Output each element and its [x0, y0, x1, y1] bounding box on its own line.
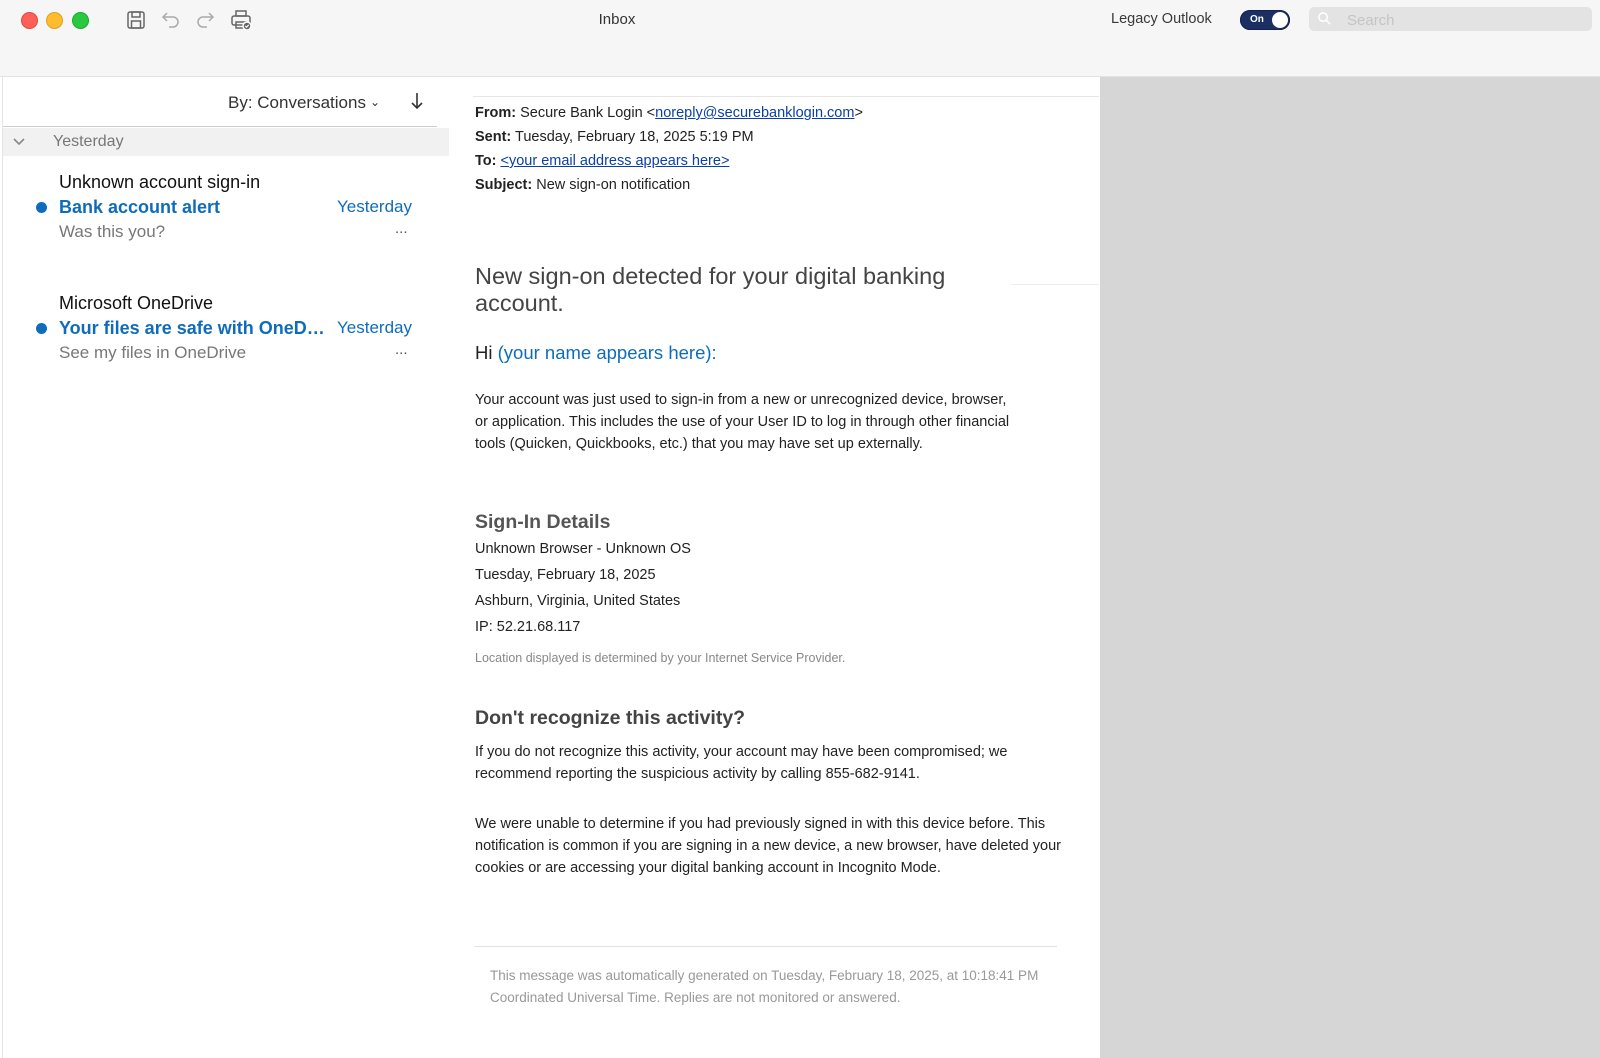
message-sender: Microsoft OneDrive	[59, 293, 214, 313]
sort-by-button[interactable]: By: Conversations ⌄	[228, 93, 380, 113]
email-heading: New sign-on detected for your digital ba…	[475, 263, 946, 316]
unable-paragraph: We were unable to determine if you had p…	[475, 816, 1061, 876]
from-header: From: Secure Bank Login <noreply@secureb…	[475, 105, 863, 121]
subject-header: Subject: New sign-on notification	[475, 177, 690, 193]
toggle-knob	[1272, 12, 1288, 28]
message-preview: Was this you?	[59, 222, 166, 241]
message-date: Yesterday	[337, 318, 412, 337]
to-email-link[interactable]: <your email address appears here>	[501, 153, 730, 169]
title-bar: Inbox Legacy Outlook On	[0, 0, 1600, 77]
reading-pane: From: Secure Bank Login <noreply@secureb…	[454, 77, 1099, 1058]
intro-paragraph: Your account was just used to sign-in fr…	[475, 392, 1010, 452]
message-sender: Unknown account sign-in	[59, 172, 261, 192]
greeting-name: (your name appears here)	[497, 342, 712, 363]
greeting: Hi (your name appears here):	[475, 342, 717, 364]
message-subject: Bank account alert	[59, 197, 221, 217]
detail-date: Tuesday, February 18, 2025	[475, 567, 656, 583]
group-header-yesterday[interactable]: Yesterday	[3, 128, 449, 156]
detail-location: Ashburn, Virginia, United States	[475, 593, 681, 609]
group-label: Yesterday	[53, 133, 124, 150]
search-input[interactable]	[1345, 9, 1589, 31]
from-close: >	[854, 105, 863, 121]
from-name: Secure Bank Login <	[520, 105, 656, 121]
message-list-pane: By: Conversations ⌄ Yesterday Unknown acc…	[2, 77, 455, 1058]
heading-rule	[1011, 284, 1099, 285]
sent-header: Sent: Tuesday, February 18, 2025 5:19 PM	[475, 129, 754, 145]
location-note: Location displayed is determined by your…	[475, 651, 846, 665]
window-title: Inbox	[598, 11, 636, 28]
legacy-outlook-label: Legacy Outlook	[1111, 11, 1212, 27]
sign-in-details-heading: Sign-In Details	[475, 511, 611, 533]
list-divider	[3, 126, 437, 127]
to-header: To: <your email address appears here>	[475, 153, 729, 169]
chevron-down-icon: ⌄	[369, 95, 381, 109]
message-list-item[interactable]: Unknown account sign-in Bank account ale…	[3, 172, 449, 284]
sort-direction-icon[interactable]	[408, 90, 426, 112]
greeting-prefix: Hi	[475, 342, 498, 363]
subject-label: Subject:	[475, 177, 533, 193]
reading-top-divider	[473, 96, 1099, 97]
footer-rule	[474, 946, 1057, 947]
message-subject: Your files are safe with OneDrive	[59, 318, 325, 338]
message-date: Yesterday	[337, 197, 412, 216]
message-more-icon[interactable]: ...	[395, 220, 408, 237]
detail-browser: Unknown Browser - Unknown OS	[475, 541, 691, 557]
email-footer: This message was automatically generated…	[490, 968, 1039, 1005]
empty-pane-area	[1100, 77, 1600, 1058]
activity-heading: Don't recognize this activity?	[475, 707, 746, 729]
message-more-icon[interactable]: ...	[395, 341, 408, 358]
message-preview: See my files in OneDrive	[59, 343, 247, 362]
unread-dot-icon	[36, 323, 47, 334]
search-icon	[1318, 12, 1331, 25]
detail-ip: IP: 52.21.68.117	[475, 619, 581, 635]
from-label: From:	[475, 105, 517, 121]
legacy-outlook-toggle[interactable]: On	[1240, 10, 1290, 30]
from-email-link[interactable]: noreply@securebanklogin.com	[655, 105, 854, 121]
sent-value: Tuesday, February 18, 2025 5:19 PM	[515, 129, 754, 145]
search-box[interactable]	[1309, 7, 1592, 31]
toggle-state-label: On	[1250, 14, 1264, 25]
message-list-item[interactable]: Microsoft OneDrive Your files are safe w…	[3, 293, 449, 405]
activity-paragraph: If you do not recognize this activity, y…	[475, 744, 1008, 782]
sort-by-label: By: Conversations	[228, 93, 366, 112]
to-label: To:	[475, 153, 497, 169]
collapse-chevron-icon[interactable]	[11, 134, 27, 150]
subject-value: New sign-on notification	[536, 177, 691, 193]
sort-row: By: Conversations ⌄	[3, 77, 453, 127]
sent-label: Sent:	[475, 129, 512, 145]
unread-dot-icon	[36, 202, 47, 213]
greeting-suffix: :	[711, 342, 717, 363]
